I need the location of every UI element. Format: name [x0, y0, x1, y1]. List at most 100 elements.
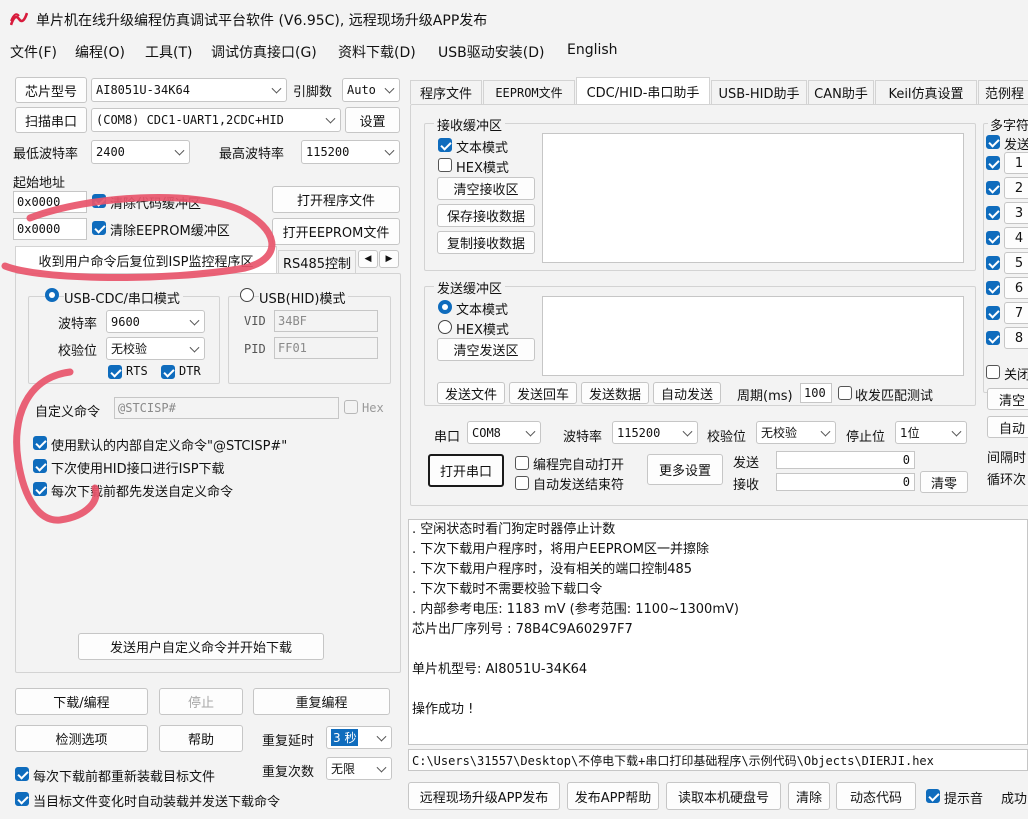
period-input[interactable]: 100	[800, 383, 832, 403]
send-file-button[interactable]: 发送文件	[437, 382, 505, 404]
beep-checkbox[interactable]	[926, 789, 940, 803]
multi-item-2-button[interactable]: 2	[1004, 177, 1028, 199]
multi-item-7-checkbox[interactable]	[986, 306, 1000, 320]
code-address-input[interactable]: 0x0000	[13, 191, 87, 213]
clear-tx-button[interactable]: 清空发送区	[437, 338, 535, 361]
close-hint-checkbox[interactable]	[986, 365, 1000, 379]
min-baud-select[interactable]: 2400	[91, 140, 190, 164]
multi-item-4-checkbox[interactable]	[986, 231, 1000, 245]
detect-options-button[interactable]: 检测选项	[15, 725, 148, 752]
multi-item-2-checkbox[interactable]	[986, 181, 1000, 195]
output-log[interactable]: . 空闲状态时看门狗定时器停止计数 . 下次下载用户程序时，将用户EEPROM区…	[408, 519, 1028, 745]
repeat-count-select[interactable]: 无限	[326, 757, 392, 780]
vid-input[interactable]: 34BF	[274, 310, 378, 332]
send-command-first-checkbox[interactable]	[33, 482, 47, 496]
menu-usb-driver[interactable]: USB驱动安装(D)	[438, 42, 544, 62]
tx-buffer-textarea[interactable]	[542, 296, 964, 376]
multi-item-7-button[interactable]: 7	[1004, 302, 1028, 324]
tab-scroll-right-button[interactable]: ▶	[379, 250, 399, 268]
open-eeprom-button[interactable]: 打开EEPROM文件	[272, 218, 400, 245]
parity-select[interactable]: 无校验	[106, 337, 205, 360]
remote-upgrade-button[interactable]: 远程现场升级APP发布	[408, 782, 560, 810]
chip-model-select[interactable]: AI8051U-34K64	[91, 78, 287, 102]
dtr-checkbox[interactable]	[161, 365, 175, 379]
open-port-button[interactable]: 打开串口	[428, 454, 504, 487]
multi-auto-button[interactable]: 自动	[987, 416, 1028, 438]
max-baud-select[interactable]: 115200	[301, 140, 400, 164]
stop-button[interactable]: 停止	[159, 688, 243, 715]
multi-item-6-checkbox[interactable]	[986, 281, 1000, 295]
multi-item-5-checkbox[interactable]	[986, 256, 1000, 270]
pid-input[interactable]: FF01	[274, 337, 378, 359]
help-button[interactable]: 帮助	[159, 725, 243, 752]
clear-eeprom-checkbox[interactable]	[92, 221, 106, 235]
auto-end-checkbox[interactable]	[515, 476, 529, 490]
rts-checkbox[interactable]	[108, 365, 122, 379]
baud-select[interactable]: 9600	[106, 310, 205, 333]
tab-can[interactable]: CAN助手	[808, 80, 874, 104]
tab-program-file[interactable]: 程序文件	[410, 80, 482, 104]
rx-buffer-textarea[interactable]	[542, 133, 964, 263]
default-command-checkbox[interactable]	[33, 436, 47, 450]
dynamic-code-button[interactable]: 动态代码	[836, 782, 916, 810]
tab-cdc-hid-serial[interactable]: CDC/HID-串口助手	[576, 77, 710, 105]
auto-open-checkbox[interactable]	[515, 456, 529, 470]
pin-count-select[interactable]: Auto	[342, 78, 400, 102]
more-settings-button[interactable]: 更多设置	[647, 454, 723, 485]
menu-program[interactable]: 编程(O)	[75, 42, 125, 62]
custom-command-input[interactable]: @STCISP#	[114, 397, 339, 419]
settings-button[interactable]: 设置	[345, 107, 400, 133]
read-disk-id-button[interactable]: 读取本机硬盘号	[666, 782, 781, 810]
send-data-button[interactable]: 发送数据	[581, 382, 649, 404]
open-program-button[interactable]: 打开程序文件	[272, 186, 400, 213]
app-help-button[interactable]: 发布APP帮助	[567, 782, 659, 810]
usb-cdc-mode-radio[interactable]	[45, 288, 59, 302]
serial-parity-select[interactable]: 无校验	[756, 421, 836, 444]
copy-rx-button[interactable]: 复制接收数据	[437, 231, 535, 254]
send-custom-command-button[interactable]: 发送用户自定义命令并开始下载	[78, 633, 324, 660]
reload-target-checkbox[interactable]	[15, 767, 29, 781]
clear-code-checkbox[interactable]	[92, 194, 106, 208]
send-return-button[interactable]: 发送回车	[509, 382, 577, 404]
hid-next-download-checkbox[interactable]	[33, 459, 47, 473]
serial-port-select[interactable]: COM8	[467, 421, 541, 444]
menu-debug[interactable]: 调试仿真接口(G)	[211, 42, 317, 62]
multi-item-1-button[interactable]: 1	[1004, 152, 1028, 174]
multi-item-8-button[interactable]: 8	[1004, 327, 1028, 349]
chip-model-button[interactable]: 芯片型号	[15, 77, 87, 103]
clear-log-button[interactable]: 清除	[788, 782, 830, 810]
multi-clear-button[interactable]: 清空	[987, 388, 1028, 410]
multi-send-checkbox[interactable]	[986, 135, 1000, 149]
reprogram-button[interactable]: 重复编程	[253, 688, 390, 715]
tx-hex-mode-radio[interactable]	[438, 320, 452, 334]
multi-item-4-button[interactable]: 4	[1004, 227, 1028, 249]
auto-send-button[interactable]: 自动发送	[653, 382, 721, 404]
multi-item-6-button[interactable]: 6	[1004, 277, 1028, 299]
menu-tools[interactable]: 工具(T)	[145, 42, 192, 62]
auto-load-checkbox[interactable]	[15, 792, 29, 806]
tab-examples[interactable]: 范例程	[978, 80, 1028, 104]
save-rx-button[interactable]: 保存接收数据	[437, 204, 535, 227]
stop-bits-select[interactable]: 1位	[895, 421, 967, 444]
multi-item-8-checkbox[interactable]	[986, 331, 1000, 345]
download-program-button[interactable]: 下载/编程	[15, 688, 148, 715]
tab-keil-settings[interactable]: Keil仿真设置	[875, 80, 977, 104]
tab-isp-reset[interactable]: 收到用户命令后复位到ISP监控程序区	[15, 246, 277, 274]
serial-baud-select[interactable]: 115200	[612, 421, 698, 444]
tab-scroll-left-button[interactable]: ◀	[358, 250, 378, 268]
multi-item-3-checkbox[interactable]	[986, 206, 1000, 220]
port-select[interactable]: (COM8) CDC1-UART1,2CDC+HID	[91, 108, 341, 132]
usb-hid-mode-radio[interactable]	[240, 288, 254, 302]
clear-count-button[interactable]: 清零	[920, 471, 968, 493]
multi-item-3-button[interactable]: 3	[1004, 202, 1028, 224]
menu-english[interactable]: English	[567, 42, 618, 58]
tx-text-mode-radio[interactable]	[438, 300, 452, 314]
rx-text-mode-checkbox[interactable]	[438, 138, 452, 152]
repeat-delay-select[interactable]: 3 秒	[326, 726, 392, 749]
scan-port-button[interactable]: 扫描串口	[15, 107, 87, 133]
multi-item-1-checkbox[interactable]	[986, 156, 1000, 170]
tab-eeprom-file[interactable]: EEPROM文件	[483, 80, 575, 104]
menu-downloads[interactable]: 资料下载(D)	[338, 42, 416, 62]
match-test-checkbox[interactable]	[838, 386, 852, 400]
menu-file[interactable]: 文件(F)	[10, 42, 57, 62]
